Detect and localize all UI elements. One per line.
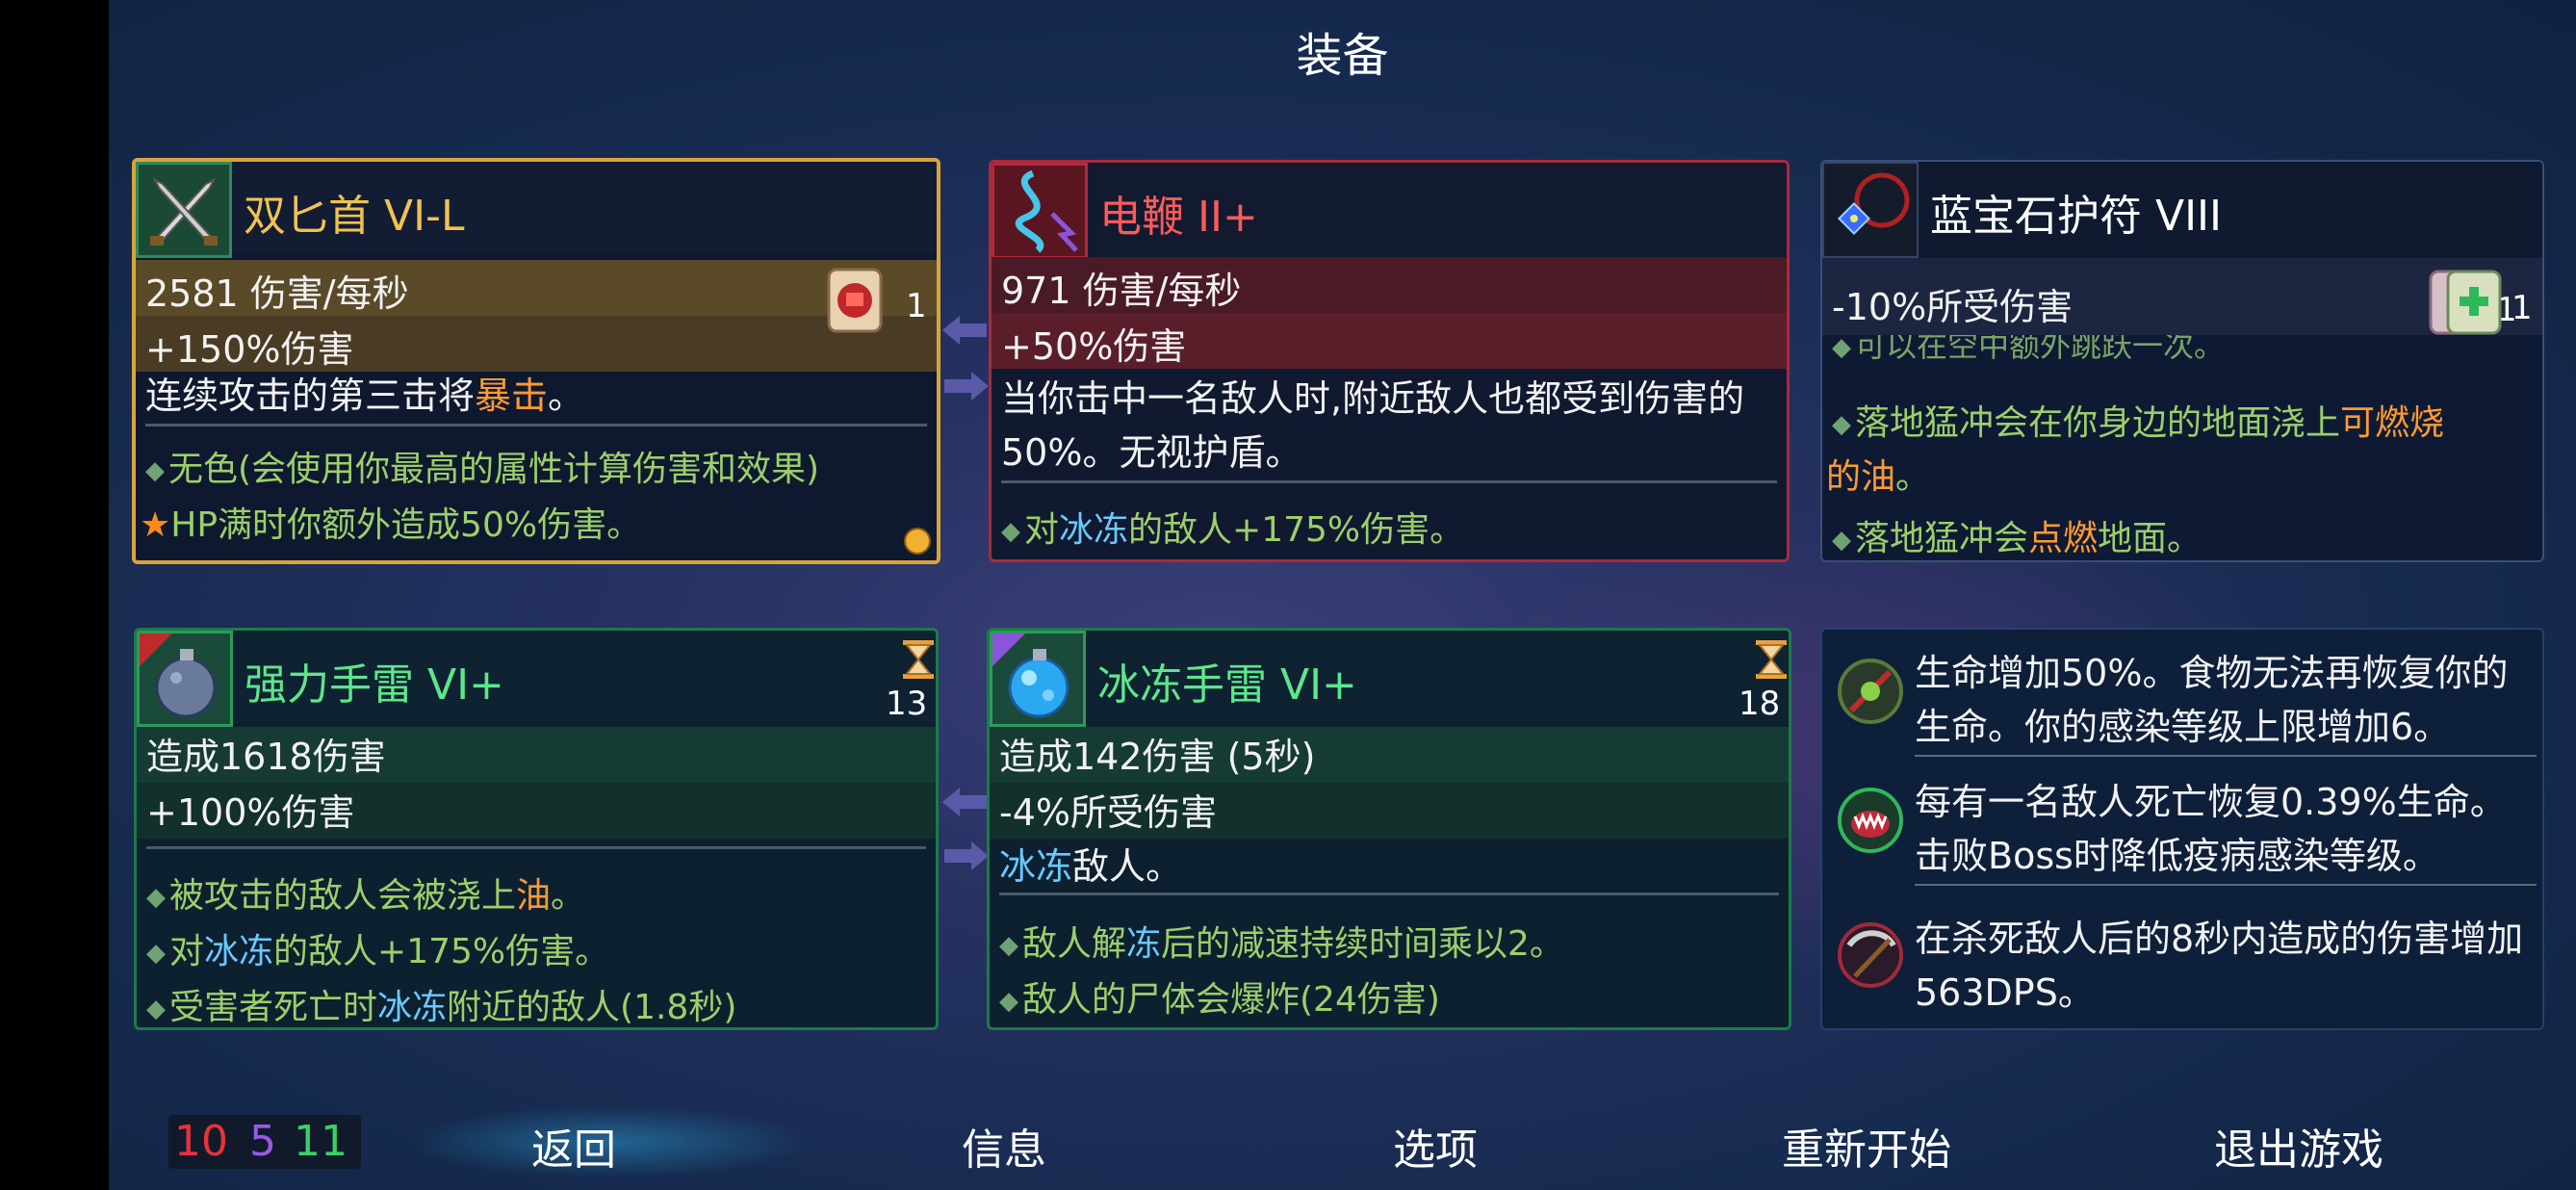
stat-counters: 10 5 11 xyxy=(168,1115,361,1169)
restart-button[interactable]: 重新开始 xyxy=(1741,1115,1992,1177)
cooldown-value: 13 xyxy=(886,685,928,723)
power-grenade-icon xyxy=(137,631,233,727)
dps-stat: 2581 伤害/每秒 xyxy=(145,272,409,315)
skill-card-power-grenade[interactable]: 强力手雷 VI+ 13 造成1618伤害 +100%伤害 ◆ 被攻击的敌人会被浇上… xyxy=(134,628,939,1030)
skill-name: 强力手雷 VI+ xyxy=(245,660,504,710)
mutation-row[interactable]: 在杀死敌人后的8秒内造成的伤害增加 563DPS。 xyxy=(1822,892,2542,1026)
damage-bonus-stat: +50%伤害 xyxy=(1001,325,1187,368)
skill-description: 冰冻敌人。 xyxy=(999,845,1183,888)
damage-bonus-stat: +100%伤害 xyxy=(146,791,355,834)
scroll-count: 1 xyxy=(906,287,927,325)
weapon-description: 连续攻击的第三击将暴击。 xyxy=(145,375,585,417)
info-button[interactable]: 信息 xyxy=(879,1115,1129,1177)
page-title: 装备 xyxy=(1296,29,1389,83)
weapon-card-dual-daggers[interactable]: 双匕首 VI-L 2581 伤害/每秒 +150%伤害 1 连续攻击的第三击将暴… xyxy=(132,158,940,564)
trait-oil-slam-cont: 的油。 xyxy=(1826,457,1931,497)
skill-name: 冰冻手雷 VI+ xyxy=(1097,660,1357,710)
equipment-screen: 装备 双匕首 VI-L 2581 伤害/每秒 +150%伤害 1 连续攻击的第三… xyxy=(109,0,2576,1190)
trait-corpse-explode: ◆ 敌人的尸体会爆炸(24伤害) xyxy=(999,980,1440,1020)
damage-reduction-stat: -10%所受伤害 xyxy=(1832,286,2074,328)
scroll-red-icon xyxy=(825,264,887,337)
trait-frozen-bonus: ◆ 对冰冻的敌人+175%伤害。 xyxy=(1001,510,1465,550)
cooldown-value: 18 xyxy=(1739,685,1781,723)
weapon-description: 当你击中一名敌人时,附近敌人也都受到伤害的 xyxy=(1001,377,1745,420)
hourglass-icon xyxy=(899,638,936,681)
sapphire-amulet-icon xyxy=(1822,162,1919,258)
trait-freeze-on-death: ◆ 受害者死亡时冰冻附近的敌人(1.8秒) xyxy=(146,988,737,1027)
amulet-trait-cut: ◆ 可以在空中额外跳跃一次。 xyxy=(1832,335,2226,360)
trait-ignite-slam: ◆ 落地猛冲会点燃地面。 xyxy=(1832,519,2202,558)
damage-stat: 造成142伤害 (5秒) xyxy=(999,736,1316,778)
swap-arrow-icon[interactable] xyxy=(942,370,991,402)
damage-bonus-stat: +150%伤害 xyxy=(145,328,354,371)
electric-whip-icon xyxy=(992,163,1088,259)
options-button[interactable]: 选项 xyxy=(1310,1115,1560,1177)
tactics-stat: 5 xyxy=(249,1117,276,1166)
dps-stat: 971 伤害/每秒 xyxy=(1001,270,1242,312)
mutations-panel: 生命增加50%。食物无法再恢复你的 生命。你的感染等级上限增加6。 每有一名敌人… xyxy=(1820,628,2544,1030)
legendary-gem-icon xyxy=(904,528,931,555)
back-button[interactable]: 返回 xyxy=(449,1115,699,1177)
amulet-card[interactable]: 蓝宝石护符 VIII -10%所受伤害 1 ◆ 可以在空中额外跳跃一次。 ◆ 落地猛… xyxy=(1820,160,2544,562)
swap-arrow-icon[interactable] xyxy=(940,786,989,818)
trait-oil-slam: ◆ 落地猛冲会在你身边的地面浇上可燃烧 xyxy=(1832,403,2445,443)
trait-unfreeze-slow: ◆ 敌人解冻后的减速持续时间乘以2。 xyxy=(999,924,1564,964)
dual-daggers-icon xyxy=(136,162,232,258)
amulet-name: 蓝宝石护符 VIII xyxy=(1930,192,2223,241)
trait-oil: ◆ 被攻击的敌人会被浇上油。 xyxy=(146,876,586,916)
bottom-menu: 10 5 11 返回 信息 选项 重新开始 退出游戏 xyxy=(109,1098,2576,1190)
weapon-name: 双匕首 VI-L xyxy=(244,192,465,241)
scroll-count: 1 xyxy=(2512,289,2533,327)
fanged-mouth-icon xyxy=(1832,782,1909,859)
brutality-stat: 10 xyxy=(174,1117,228,1166)
weapon-card-electric-whip[interactable]: 电鞭 II+ 971 伤害/每秒 +50%伤害 当你击中一名敌人时,附近敌人也都… xyxy=(989,160,1790,562)
weapon-description: 50%。无视护盾。 xyxy=(1001,431,1302,474)
damage-stat: 造成1618伤害 xyxy=(146,736,386,778)
infection-mutation-icon xyxy=(1832,653,1909,730)
damage-reduction-stat: -4%所受伤害 xyxy=(999,791,1217,834)
skill-card-ice-grenade[interactable]: 冰冻手雷 VI+ 18 造成142伤害 (5秒) -4%所受伤害 冰冻敌人。 ◆… xyxy=(987,628,1791,1030)
mutation-row[interactable]: 生命增加50%。食物无法再恢复你的 生命。你的感染等级上限增加6。 xyxy=(1822,630,2542,757)
hourglass-icon xyxy=(1752,638,1789,681)
trait-full-hp: ★HP满时你额外造成50%伤害。 xyxy=(140,505,642,545)
survival-stat: 11 xyxy=(294,1117,348,1166)
scroll-green-icon xyxy=(2444,266,2506,339)
swap-arrow-icon[interactable] xyxy=(942,840,991,872)
trait-colorless: ◆ 无色(会使用你最高的属性计算伤害和效果) xyxy=(145,450,820,489)
ice-grenade-icon xyxy=(990,631,1086,727)
mutation-row[interactable]: 每有一名敌人死亡恢复0.39%生命。 击败Boss时降低疫病感染等级。 xyxy=(1822,761,2542,888)
swap-arrow-icon[interactable] xyxy=(940,314,989,347)
trait-frozen-bonus: ◆ 对冰冻的敌人+175%伤害。 xyxy=(146,932,610,971)
quit-button[interactable]: 退出游戏 xyxy=(2174,1115,2424,1177)
scythe-icon xyxy=(1832,917,1909,994)
weapon-name: 电鞭 II+ xyxy=(1099,193,1258,242)
